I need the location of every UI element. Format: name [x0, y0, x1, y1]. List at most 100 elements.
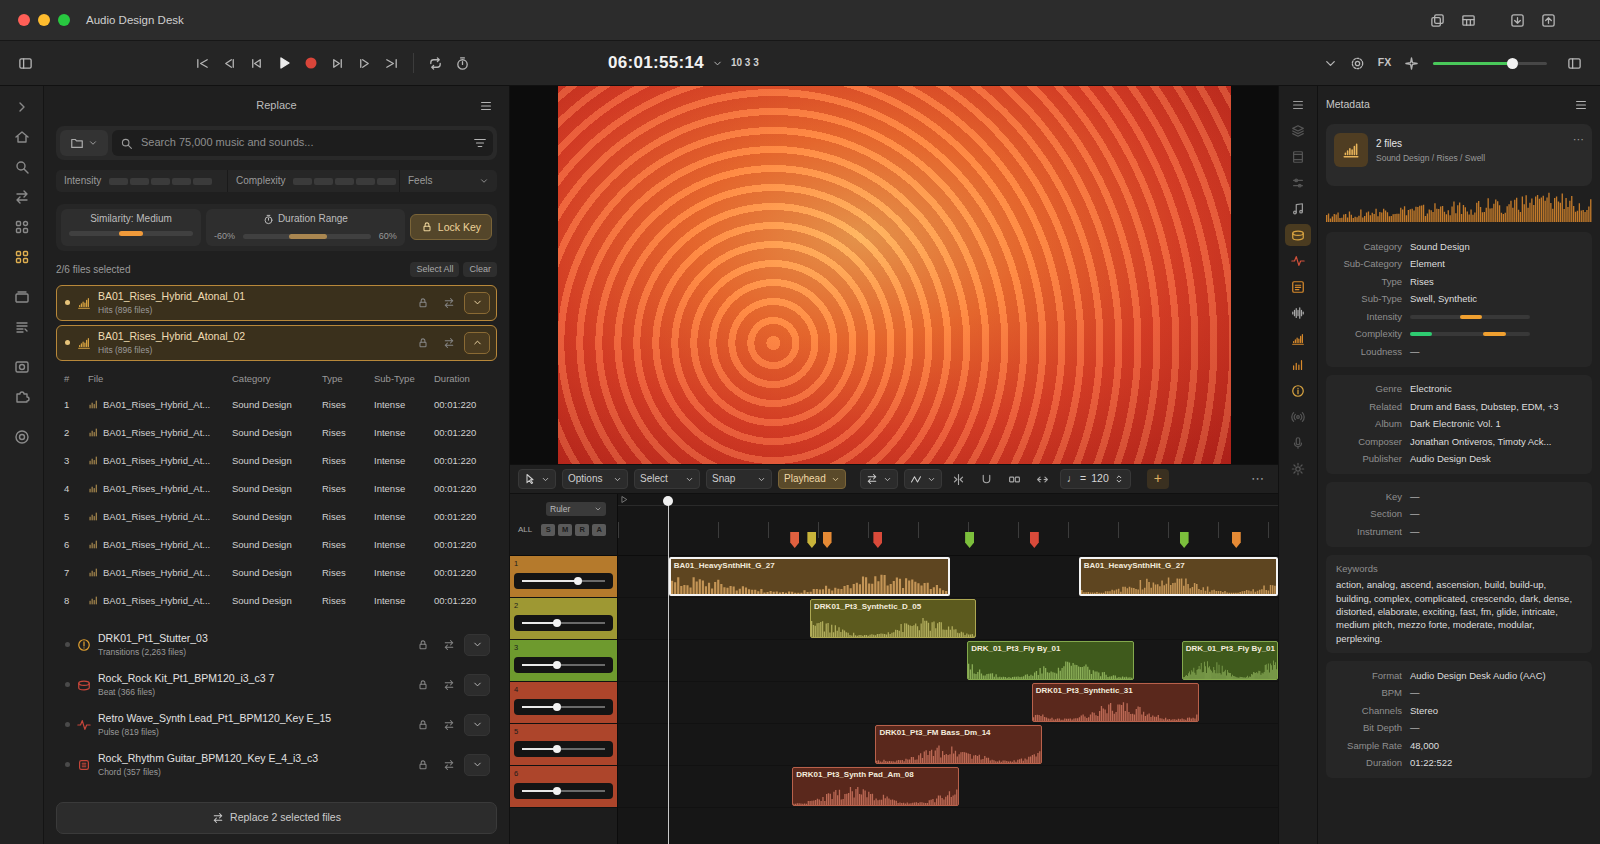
minimize-button[interactable] [38, 14, 50, 26]
metronome-button[interactable] [449, 50, 476, 76]
export-button[interactable] [1535, 7, 1562, 33]
microphone-button[interactable] [1285, 432, 1311, 454]
layers-button[interactable] [1285, 120, 1311, 142]
track-header[interactable]: 1 [510, 556, 617, 598]
slider-knob[interactable] [553, 787, 561, 795]
replace-button[interactable]: Replace 2 selected files [56, 802, 497, 834]
duration-range-control[interactable]: Duration Range-60%60% [206, 209, 405, 246]
table-row[interactable]: 4BA01_Rises_Hybrid_At...Sound DesignRise… [56, 475, 497, 503]
lock-button[interactable] [412, 674, 434, 696]
audio-clip[interactable]: DRK01_Pt3_Synthetic_31 [1032, 683, 1199, 722]
record-button[interactable] [297, 50, 324, 76]
feels-dropdown[interactable]: Feels [400, 170, 497, 192]
split-button[interactable] [948, 469, 970, 489]
snap-magnet-button[interactable] [976, 469, 998, 489]
swap-button[interactable] [438, 292, 460, 314]
search-button[interactable] [8, 154, 36, 180]
cue-sheet-button[interactable] [1285, 276, 1311, 298]
level-filter[interactable]: Complexity [228, 170, 400, 192]
column-header[interactable]: Sub-Type [374, 373, 434, 385]
panel-menu-button[interactable] [475, 95, 497, 117]
sound-design-button[interactable] [1285, 224, 1311, 246]
swap-button[interactable] [438, 332, 460, 354]
duplicate-window-button[interactable] [1424, 7, 1451, 33]
step-back-button[interactable] [243, 50, 270, 76]
level-segments[interactable] [293, 178, 396, 185]
slider-knob[interactable] [574, 577, 582, 585]
file-group[interactable]: DRK01_Pt1_Stutter_03Transitions (2,263 f… [56, 627, 497, 663]
lock-button[interactable] [412, 754, 434, 776]
table-row[interactable]: 5BA01_Rises_Hybrid_At...Sound DesignRise… [56, 503, 497, 531]
timeline-marker[interactable] [790, 532, 799, 548]
plugins-button[interactable] [8, 384, 36, 410]
master-volume-slider[interactable] [1433, 62, 1547, 65]
help-button[interactable] [8, 424, 36, 450]
slider-knob[interactable] [553, 745, 561, 753]
track-header[interactable]: 6 [510, 766, 617, 808]
expand-button[interactable] [464, 754, 490, 776]
track-volume-slider[interactable] [514, 783, 613, 799]
level-segments[interactable] [109, 178, 212, 185]
close-button[interactable] [18, 14, 30, 26]
video-button[interactable] [1285, 146, 1311, 168]
level-filter[interactable]: Intensity [56, 170, 228, 192]
file-group[interactable]: Rock_Rhythm Guitar_BPM120_Key E_4_i3_c3C… [56, 747, 497, 783]
cue-list-button[interactable] [8, 314, 36, 340]
inspector-toggle-button[interactable] [1561, 50, 1588, 76]
timeline-marker[interactable] [1232, 532, 1241, 548]
rises-button[interactable] [1285, 328, 1311, 350]
track-volume-slider[interactable] [514, 741, 613, 757]
swap-button[interactable] [438, 674, 460, 696]
add-track-button[interactable]: + [1147, 469, 1169, 489]
pointer-tool-dropdown[interactable] [518, 469, 556, 489]
expand-button[interactable] [464, 674, 490, 696]
track-volume-slider[interactable] [514, 573, 613, 589]
search-filters-button[interactable] [469, 132, 491, 154]
swap-button[interactable] [438, 714, 460, 736]
pulse-button[interactable] [1285, 250, 1311, 272]
play-button[interactable] [270, 50, 297, 76]
ruler-dropdown[interactable]: Ruler [546, 502, 606, 516]
music-button[interactable] [1285, 198, 1311, 220]
nudge-button[interactable] [1032, 469, 1054, 489]
track-header[interactable]: 4 [510, 682, 617, 724]
waveform-button[interactable] [1285, 302, 1311, 324]
table-row[interactable]: 8BA01_Rises_Hybrid_At...Sound DesignRise… [56, 587, 497, 615]
mode-button[interactable]: A [592, 524, 606, 536]
lock-button[interactable] [412, 634, 434, 656]
step-forward-button[interactable] [324, 50, 351, 76]
tempo-field[interactable]: ♩ =120 [1060, 469, 1131, 489]
timeline-dropdown[interactable]: Playhead [778, 469, 846, 489]
fx-button[interactable]: FX [1371, 50, 1398, 76]
library-button[interactable] [8, 214, 36, 240]
track-header[interactable]: 3 [510, 640, 617, 682]
slider-knob[interactable] [553, 661, 561, 669]
timeline-dropdown[interactable]: Options [562, 469, 628, 489]
lock-button[interactable] [412, 332, 434, 354]
media-button[interactable] [8, 354, 36, 380]
table-row[interactable]: 3BA01_Rises_Hybrid_At...Sound DesignRise… [56, 447, 497, 475]
track-volume-slider[interactable] [514, 657, 613, 673]
previous-marker-button[interactable] [216, 50, 243, 76]
more-button[interactable]: ⋯ [1573, 133, 1584, 147]
swap-button[interactable] [438, 754, 460, 776]
volume-knob[interactable] [1507, 58, 1518, 69]
source-dropdown[interactable] [60, 130, 108, 156]
audio-clip[interactable]: BA01_HeavySnthHit_G_27 [669, 557, 950, 596]
timeline-dropdown[interactable]: Select [634, 469, 700, 489]
column-header[interactable]: Duration [434, 373, 497, 385]
timeline-marker[interactable] [1030, 532, 1039, 548]
similarity-track[interactable] [69, 231, 193, 236]
timeline-marker[interactable] [807, 532, 816, 548]
column-header[interactable]: File [88, 373, 232, 385]
track-volume-slider[interactable] [514, 699, 613, 715]
sidebar-toggle-button[interactable] [12, 50, 39, 76]
timeline-marker[interactable] [1180, 532, 1189, 548]
track-header[interactable]: 5 [510, 724, 617, 766]
duration-track[interactable] [243, 234, 371, 239]
similarity-control[interactable]: Similarity: Medium [61, 209, 201, 246]
file-group[interactable]: BA01_Rises_Hybrid_Atonal_02Hits (896 fil… [56, 325, 497, 361]
settings-button[interactable] [1344, 50, 1371, 76]
mixer-button[interactable] [1285, 172, 1311, 194]
audio-clip[interactable]: DRK_01_Pt3_Fly By_01 [1182, 641, 1278, 680]
